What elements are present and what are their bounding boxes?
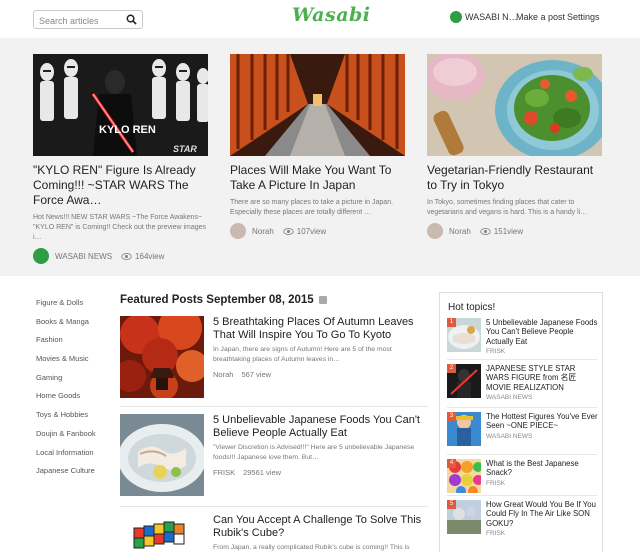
search-input[interactable] <box>34 12 124 30</box>
hero-card-title[interactable]: Places Will Make You Want To Take A Pict… <box>230 163 405 193</box>
author-avatar[interactable] <box>427 223 443 239</box>
rank-badge: 3 <box>447 412 456 421</box>
view-count: 164view <box>135 251 165 261</box>
hero-image-tag: STAR <box>173 144 197 154</box>
hero-card-meta: Norah 151view <box>427 223 602 239</box>
hot-topic-title[interactable]: How Great Would You Be If You Could Fly … <box>486 500 599 528</box>
settings-link[interactable]: Settings <box>567 12 600 22</box>
post-divider <box>120 406 428 407</box>
hot-topic-source: FRISK <box>486 347 506 355</box>
hot-topic-divider <box>447 454 597 455</box>
rank-badge: 5 <box>447 500 456 509</box>
hero-card-excerpt: There are so many places to take a pictu… <box>230 199 394 216</box>
rss-icon[interactable] <box>318 296 327 304</box>
author-name[interactable]: FRISK <box>213 468 235 477</box>
hot-topic-image[interactable]: 4 <box>447 459 481 493</box>
featured-heading: Featured Posts September 08, 2015 <box>120 294 327 306</box>
featured-post-image[interactable] <box>120 414 204 496</box>
site-logo[interactable]: Wasabi <box>292 4 371 26</box>
hot-topic-source: FRISK <box>486 529 506 537</box>
hot-topic-title[interactable]: JAPANESE STYLE STAR WARS FIGURE from 名匠 … <box>486 364 599 392</box>
search-box[interactable] <box>33 10 143 30</box>
featured-post-image[interactable] <box>120 514 204 552</box>
view-count: 107view <box>296 226 327 236</box>
featured-post-meta: FRISK 29561 view <box>213 468 428 477</box>
eye-icon <box>480 227 491 235</box>
author-name[interactable]: Norah <box>213 370 233 379</box>
category-link[interactable]: Movies & Music <box>36 354 116 373</box>
hero-card-image[interactable]: KYLO REN STAR <box>33 54 208 156</box>
hot-topic-source: WASABI NEWS <box>486 393 533 401</box>
view-count: 151view <box>493 226 524 236</box>
hot-topic-image[interactable]: 1 <box>447 318 481 352</box>
post-divider <box>120 506 428 507</box>
category-link[interactable]: Fashion <box>36 335 116 354</box>
hero-card-excerpt: Hot News!!! NEW STAR WARS ~The Force Awa… <box>33 214 207 241</box>
user-menu[interactable]: WASABI N… <box>450 11 518 23</box>
user-avatar <box>450 11 462 23</box>
author-name[interactable]: WASABI NEWS <box>55 252 112 261</box>
featured-post-meta: Norah 567 view <box>213 370 428 379</box>
hero-card-meta: WASABI NEWS 164view <box>33 248 208 264</box>
hot-topic-divider <box>447 359 597 360</box>
view-count: 567 view <box>241 370 272 379</box>
hot-topic-title[interactable]: 5 Unbelievable Japanese Foods You Can't … <box>486 318 599 346</box>
rank-badge: 2 <box>447 364 456 373</box>
hot-topic-image[interactable]: 2 <box>447 364 481 398</box>
featured-post-excerpt: In Japan, there are signs of Autumn! Her… <box>213 346 392 363</box>
featured-heading-text: Featured Posts September 08, 2015 <box>120 294 314 306</box>
hot-topics-heading: Hot topics! <box>448 302 496 313</box>
hot-topic-source: FRISK <box>486 479 506 487</box>
hot-topic-image[interactable]: 5 <box>447 500 481 534</box>
featured-post-title[interactable]: 5 Unbelievable Japanese Foods You Can't … <box>213 414 428 439</box>
author-avatar[interactable] <box>33 248 49 264</box>
hero-card[interactable]: Vegetarian-Friendly Restaurant to Try in… <box>427 54 602 239</box>
hot-topics-panel: Hot topics! 1 5 Unbelievable Japanese Fo… <box>439 292 603 552</box>
featured-post-title[interactable]: 5 Breathtaking Places Of Autumn Leaves T… <box>213 316 428 341</box>
category-link[interactable]: Japanese Culture <box>36 466 116 485</box>
user-name: WASABI N… <box>465 12 518 22</box>
hero-card-image[interactable] <box>230 54 405 156</box>
category-link[interactable]: Home Goods <box>36 391 116 410</box>
featured-post-excerpt: From Japan, a really complicated Rubik's… <box>213 544 410 551</box>
hero-card-image[interactable] <box>427 54 602 156</box>
category-link[interactable]: Gaming <box>36 373 116 392</box>
hero-image-caption: KYLO REN <box>99 124 156 136</box>
featured-post-title[interactable]: Can You Accept A Challenge To Solve This… <box>213 514 428 539</box>
hot-topic-image[interactable]: 3 <box>447 412 481 446</box>
hero-card-title[interactable]: "KYLO REN" Figure Is Already Coming!!! ~… <box>33 163 208 208</box>
hero-card[interactable]: Places Will Make You Want To Take A Pict… <box>230 54 405 239</box>
hot-topic-source: WASABI NEWS <box>486 432 533 440</box>
category-link[interactable]: Doujin & Fanbook <box>36 429 116 448</box>
view-count: 29561 view <box>243 468 282 477</box>
author-name[interactable]: Norah <box>449 227 471 236</box>
category-link[interactable]: Figure & Dolls <box>36 298 116 317</box>
featured-post-image[interactable] <box>120 316 204 398</box>
make-post-link[interactable]: Make a post <box>516 12 565 22</box>
site-header: Wasabi WASABI N… Make a post Settings <box>0 0 640 38</box>
eye-icon <box>121 252 132 260</box>
hot-topic-title[interactable]: The Hottest Figures You've Ever Seen ~ON… <box>486 412 599 431</box>
category-link[interactable]: Local Information <box>36 448 116 467</box>
category-link[interactable]: Toys & Hobbies <box>36 410 116 429</box>
author-avatar[interactable] <box>230 223 246 239</box>
featured-post-excerpt: "Viewer Discretion is Advised!!!" Here a… <box>213 444 415 461</box>
rank-badge: 4 <box>447 459 456 468</box>
eye-icon <box>283 227 294 235</box>
hero-card-meta: Norah 107view <box>230 223 405 239</box>
hot-topic-title[interactable]: What is the Best Japanese Snack? <box>486 459 599 478</box>
hero-section: KYLO REN STAR "KYLO REN" Figure Is Alrea… <box>0 38 640 276</box>
category-link[interactable]: Books & Manga <box>36 317 116 336</box>
rank-badge: 1 <box>447 318 456 327</box>
hot-topic-divider <box>447 407 597 408</box>
hot-topic-divider <box>447 495 597 496</box>
category-list: Figure & Dolls Books & Manga Fashion Mov… <box>36 298 116 485</box>
search-icon[interactable] <box>126 14 137 25</box>
hero-card-title[interactable]: Vegetarian-Friendly Restaurant to Try in… <box>427 163 602 193</box>
hero-card-excerpt: In Tokyo, sometimes finding places that … <box>427 199 588 216</box>
author-name[interactable]: Norah <box>252 227 274 236</box>
hero-card[interactable]: KYLO REN STAR "KYLO REN" Figure Is Alrea… <box>33 54 208 264</box>
